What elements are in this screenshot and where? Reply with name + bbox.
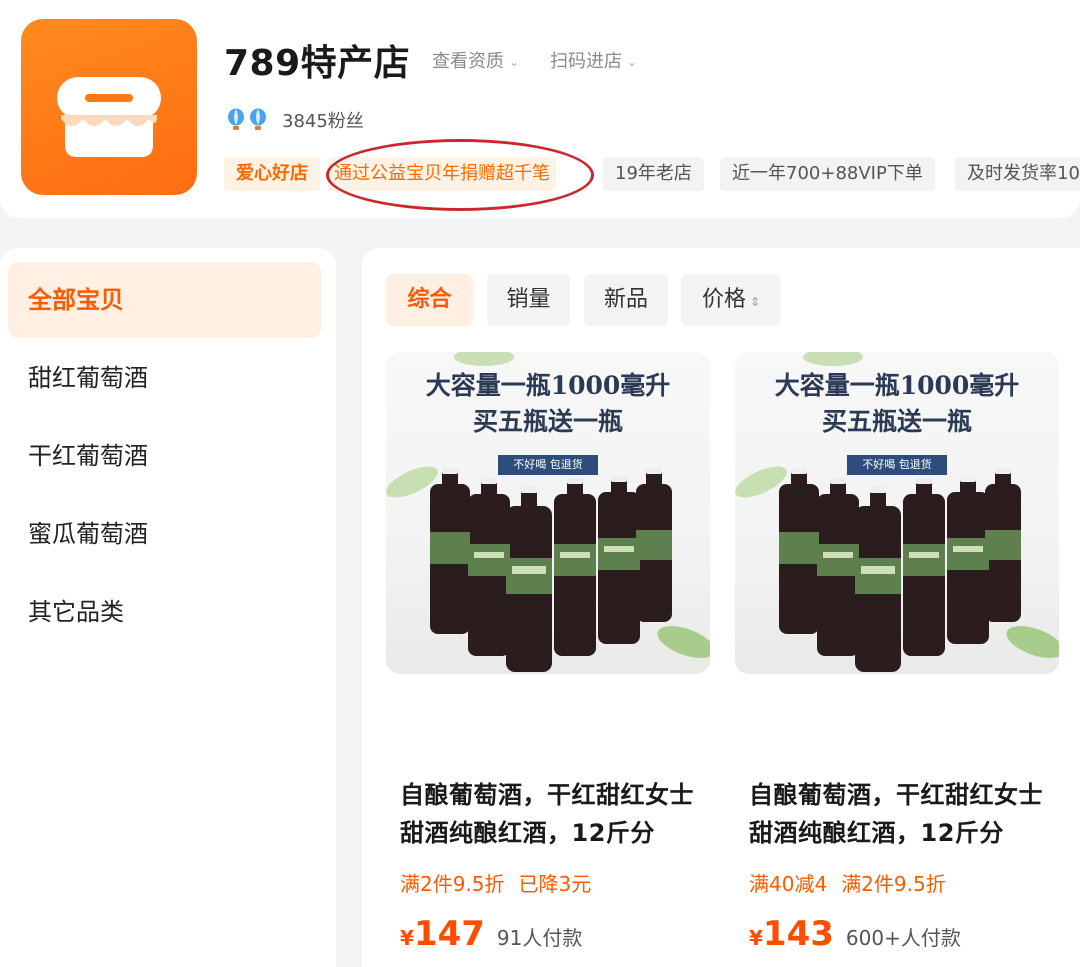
chevron-down-icon: ⌄	[509, 55, 520, 69]
promo-tag: 满2件9.5折	[400, 872, 505, 896]
tag-shop-age[interactable]: 19年老店	[603, 157, 704, 191]
scan-enter-label: 扫码进店	[550, 51, 622, 72]
image-subheadline: 买五瓶送一瓶	[472, 407, 623, 436]
balloon-level-icon	[228, 108, 266, 130]
product-price: 147	[413, 914, 485, 954]
image-badge: 不好喝 包退货	[847, 455, 947, 475]
sidebar-item-melon[interactable]: 蜜瓜葡萄酒	[8, 496, 321, 572]
sort-price-label: 价格	[701, 287, 746, 312]
promo-tags: 满40减4 满2件9.5折	[749, 868, 946, 897]
chevron-down-icon: ⌄	[627, 55, 638, 69]
shop-name: 789特产店	[224, 43, 411, 84]
currency-symbol: ¥	[749, 926, 763, 950]
product-title[interactable]: 自酿葡萄酒，干红甜红女士甜酒纯酿红酒，12斤分	[749, 776, 1049, 852]
fan-count: 3845粉丝	[282, 111, 364, 132]
sold-count: 600+人付款	[845, 926, 961, 950]
sidebar-item-sweet-red[interactable]: 甜红葡萄酒	[8, 340, 321, 416]
image-headline: 大容量一瓶1000毫升	[425, 371, 671, 400]
currency-symbol: ¥	[400, 926, 414, 950]
sort-price[interactable]: 价格 ⇕	[681, 274, 781, 326]
view-license-label: 查看资质	[432, 51, 504, 72]
image-subheadline: 买五瓶送一瓶	[821, 407, 972, 436]
promo-tag: 已降3元	[518, 872, 592, 896]
product-area: 综合 销量 新品 价格 ⇕ 大容量一瓶1000毫升 买五瓶送一瓶 不好喝 包退货…	[362, 248, 1080, 967]
promo-tags: 满2件9.5折 已降3元	[400, 868, 591, 897]
product-image[interactable]: 大容量一瓶1000毫升 买五瓶送一瓶 不好喝 包退货	[386, 352, 710, 674]
sort-comprehensive[interactable]: 综合	[386, 274, 473, 326]
promo-tag: 满2件9.5折	[841, 872, 946, 896]
image-headline: 大容量一瓶1000毫升	[774, 371, 1020, 400]
product-price: 143	[762, 914, 834, 954]
sidebar-item-dry-red[interactable]: 干红葡萄酒	[8, 418, 321, 494]
category-sidebar: 全部宝贝 甜红葡萄酒 干红葡萄酒 蜜瓜葡萄酒 其它品类	[0, 248, 336, 967]
product-image[interactable]: 大容量一瓶1000毫升 买五瓶送一瓶 不好喝 包退货	[735, 352, 1059, 674]
sidebar-item-all[interactable]: 全部宝贝	[8, 262, 321, 338]
tag-vip-orders[interactable]: 近一年700+88VIP下单	[720, 157, 935, 191]
tag-caring-shop[interactable]: 爱心好店	[224, 157, 320, 191]
product-title[interactable]: 自酿葡萄酒，干红甜红女士甜酒纯酿红酒，12斤分	[400, 776, 700, 852]
scan-enter-link[interactable]: 扫码进店 ⌄	[550, 47, 637, 73]
tag-ship-rate[interactable]: 及时发货率10	[955, 157, 1080, 191]
shop-logo[interactable]	[21, 19, 197, 195]
tag-charity[interactable]: 通过公益宝贝年捐赠超千笔	[328, 157, 556, 191]
sidebar-item-other[interactable]: 其它品类	[8, 574, 321, 650]
image-badge: 不好喝 包退货	[498, 455, 598, 475]
sort-new[interactable]: 新品	[584, 274, 668, 326]
promo-tag: 满40减4	[749, 872, 828, 896]
sort-updown-icon: ⇕	[749, 295, 761, 309]
price-row: ¥143 600+人付款	[749, 914, 961, 954]
price-row: ¥147 91人付款	[400, 914, 582, 954]
shop-header: 789特产店 查看资质 ⌄ 扫码进店 ⌄ 3845粉丝 爱心好店 通过公益宝贝年捐赠…	[0, 0, 1080, 218]
sort-sales[interactable]: 销量	[487, 274, 570, 326]
view-license-link[interactable]: 查看资质 ⌄	[432, 47, 519, 73]
store-icon	[57, 77, 161, 157]
sold-count: 91人付款	[496, 926, 583, 950]
